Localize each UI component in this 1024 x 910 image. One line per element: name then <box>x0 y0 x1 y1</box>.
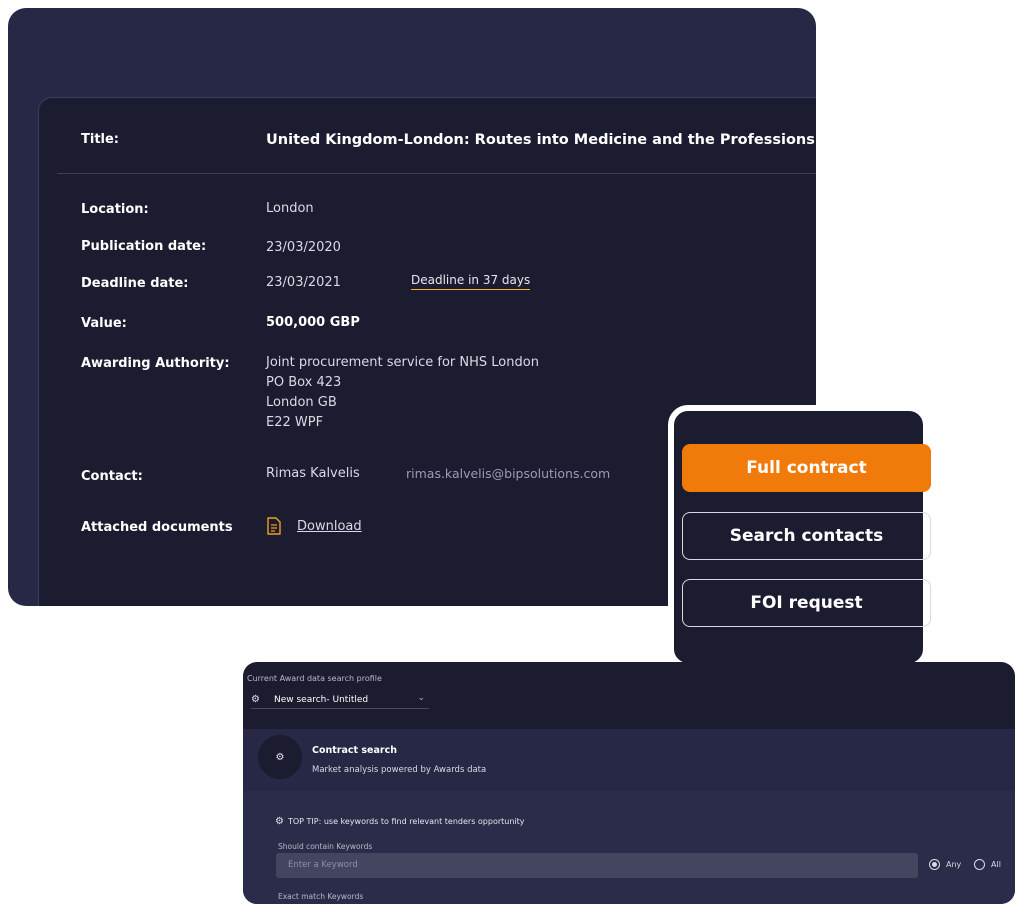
title-label: Title: <box>81 132 120 147</box>
value-amount: 500,000 GBP <box>266 315 360 330</box>
radio-all-label: All <box>991 860 1001 869</box>
contract-search-header: ⚙ Contract search Market analysis powere… <box>243 729 1015 791</box>
contract-search-title: Contract search <box>312 745 397 756</box>
radio-any-dot[interactable] <box>929 859 940 870</box>
deadline-countdown-badge: Deadline in 37 days <box>411 273 531 290</box>
foi-request-button[interactable]: FOI request <box>682 579 931 627</box>
authority-line-1: Joint procurement service for NHS London <box>266 355 539 370</box>
contact-label: Contact: <box>81 469 143 484</box>
value-label: Value: <box>81 316 127 331</box>
search-contacts-button[interactable]: Search contacts <box>682 512 931 560</box>
authority-line-4: E22 WPF <box>266 415 324 430</box>
document-icon <box>267 517 281 535</box>
contract-search-icon: ⚙ <box>258 735 302 779</box>
top-tip: ⚙ TOP TIP: use keywords to find relevant … <box>275 816 525 827</box>
attached-documents-label: Attached documents <box>81 520 233 535</box>
deadline-date-value: 23/03/2021 <box>266 275 341 290</box>
gear-icon: ⚙ <box>251 694 260 705</box>
radio-any[interactable]: Any <box>929 859 961 870</box>
contact-name: Rimas Kalvelis <box>266 466 360 481</box>
location-value: London <box>266 201 314 216</box>
gear-icon: ⚙ <box>275 816 284 827</box>
radio-all-dot[interactable] <box>974 859 985 870</box>
download-link[interactable]: Download <box>297 519 362 534</box>
contact-email[interactable]: rimas.kalvelis@bipsolutions.com <box>406 466 610 481</box>
keyword-input[interactable]: Enter a Keyword <box>276 853 918 878</box>
actions-panel: Full contract Search contacts FOI reques… <box>668 405 931 669</box>
divider <box>57 173 816 174</box>
keyword-form: ⚙ TOP TIP: use keywords to find relevant … <box>243 791 1015 904</box>
authority-line-3: London GB <box>266 395 337 410</box>
publication-date-label: Publication date: <box>81 239 207 254</box>
radio-all[interactable]: All <box>974 859 1001 870</box>
gear-icon: ⚙ <box>275 751 285 763</box>
title-value: United Kingdom-London: Routes into Medic… <box>266 132 816 148</box>
top-tip-text: TOP TIP: use keywords to find relevant t… <box>287 817 525 826</box>
publication-date-value: 23/03/2020 <box>266 240 341 255</box>
exact-match-label: Exact match Keywords <box>278 892 364 901</box>
profile-select-value: New search- Untitled <box>274 695 369 705</box>
contract-search-subtitle: Market analysis powered by Awards data <box>312 765 487 775</box>
deadline-date-label: Deadline date: <box>81 276 189 291</box>
profile-label: Current Award data search profile <box>247 674 382 683</box>
should-contain-label: Should contain Keywords <box>278 842 373 851</box>
contract-search-panel: Current Award data search profile ⚙ New … <box>243 662 1015 904</box>
location-label: Location: <box>81 202 149 217</box>
radio-any-label: Any <box>946 860 962 869</box>
authority-line-2: PO Box 423 <box>266 375 342 390</box>
awarding-authority-label: Awarding Authority: <box>81 356 230 371</box>
profile-select[interactable]: ⚙ New search- Untitled ⌄ <box>251 693 429 709</box>
chevron-down-icon: ⌄ <box>417 693 425 703</box>
full-contract-button[interactable]: Full contract <box>682 444 931 492</box>
